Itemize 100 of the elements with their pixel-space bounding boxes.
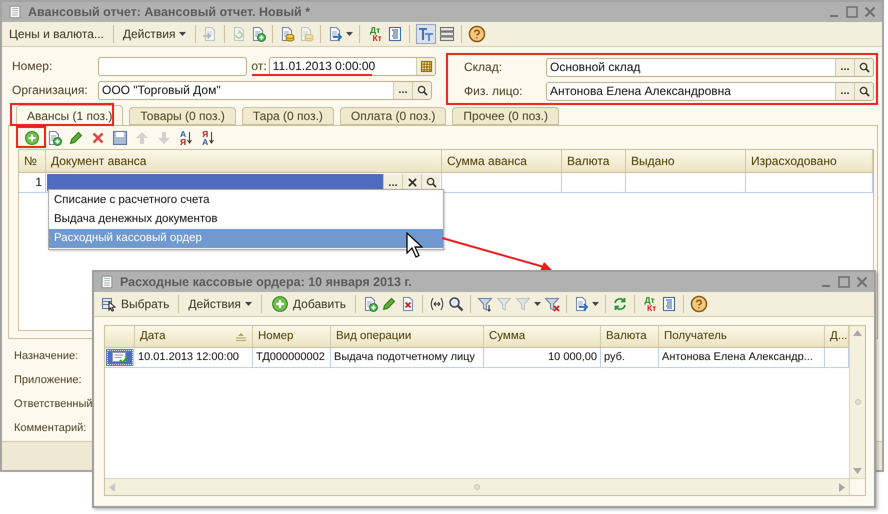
help-icon[interactable] — [468, 25, 486, 43]
caret-icon — [179, 32, 186, 36]
tab[interactable]: Оплата (0 поз.) — [340, 107, 446, 125]
filter-icon[interactable] — [476, 296, 493, 312]
text-field[interactable]: ООО "Торговый Дом" ... — [98, 80, 432, 100]
document-plus-icon[interactable] — [46, 130, 62, 146]
scrollbar-corner — [849, 478, 865, 495]
sort-descending-button[interactable]: Я А — [200, 130, 216, 146]
caret-icon — [244, 302, 252, 306]
plus-circle-icon[interactable] — [24, 130, 40, 146]
table-cell: ТД000000002 — [253, 348, 331, 367]
select-button[interactable]: Выбрать — [98, 294, 172, 314]
search-icon — [858, 86, 870, 96]
document-coins-icon[interactable] — [279, 26, 296, 42]
interval-icon[interactable] — [428, 296, 445, 312]
table-cell: 10.01.2013 12:00:00 — [135, 348, 253, 367]
vertical-scrollbar[interactable] — [849, 326, 865, 478]
debit-credit-button[interactable]: Дт Кт — [640, 296, 658, 312]
table-pointer-icon — [101, 296, 117, 312]
column-header[interactable]: Выдано — [626, 150, 746, 172]
field-label: Приложение: — [14, 373, 82, 388]
column-header[interactable]: Валюта — [601, 326, 659, 347]
horizontal-scrollbar[interactable] — [105, 478, 849, 495]
pencil-icon[interactable] — [68, 130, 84, 146]
arrow-down-icon — [209, 131, 214, 145]
field-label: Склад: — [464, 60, 504, 74]
column-header[interactable]: Сумма — [484, 326, 601, 347]
window-title: Авансовый отчет: Авансовый отчет. Новый * — [28, 5, 312, 19]
choose-button[interactable]: ... — [835, 82, 854, 100]
column-header[interactable]: Дата — [135, 326, 253, 347]
add-button[interactable]: Добавить — [268, 293, 349, 315]
text-field[interactable]: Основной склад ... — [546, 58, 874, 76]
report-icon[interactable] — [661, 296, 678, 312]
scroll-thumb-icon[interactable] — [854, 399, 860, 405]
column-header[interactable]: Получатель — [659, 326, 825, 347]
document-check-icon — [110, 350, 128, 364]
debit-credit-button[interactable]: Дт Кт — [366, 26, 384, 42]
tab[interactable]: Тара (0 поз.) — [242, 107, 334, 125]
search-icon[interactable] — [448, 296, 464, 312]
clear-icon — [408, 178, 416, 187]
field-label: Ответственный — [14, 397, 93, 412]
text-field[interactable]: Антонова Елена Александровна ... — [546, 82, 874, 100]
actions-menu-button[interactable]: Действия — [185, 295, 255, 313]
text-field[interactable] — [98, 56, 248, 76]
toolbar-button[interactable]: Цены и валюта... — [6, 25, 107, 43]
search-button[interactable] — [854, 58, 873, 76]
actions-menu-button[interactable]: Действия — [120, 25, 190, 43]
search-icon — [426, 177, 436, 188]
pencil-icon[interactable] — [380, 296, 397, 312]
column-header[interactable]: Валюта — [562, 150, 626, 172]
column-header[interactable]: Израсходовано — [746, 150, 873, 172]
choose-button[interactable]: ... — [393, 82, 412, 98]
field-label: Назначение: — [14, 349, 78, 364]
field-label: Организация: — [12, 83, 89, 97]
arrow-down-icon — [187, 131, 192, 145]
document-icon — [8, 4, 22, 20]
tab[interactable]: Товары (0 поз.) — [129, 107, 236, 125]
table-cell: руб. — [601, 348, 659, 367]
table-cell: Выдача подотчетному лицу — [331, 348, 484, 367]
sort-ascending-button[interactable]: А Я — [178, 130, 194, 146]
tab[interactable]: Прочее (0 поз.) — [452, 107, 559, 125]
refresh-icon[interactable] — [612, 296, 628, 312]
cross-icon[interactable] — [90, 130, 106, 146]
document-icon — [100, 274, 114, 290]
calendar-icon — [420, 60, 432, 72]
plus-circle-icon — [270, 295, 289, 313]
row-icon-cell[interactable] — [106, 349, 134, 366]
field-label: Номер: — [12, 59, 54, 73]
calendar-button[interactable] — [416, 58, 435, 74]
close-icon[interactable] — [864, 6, 876, 18]
menu-item[interactable]: Выдача денежных документов — [49, 210, 443, 229]
column-header[interactable]: № — [19, 150, 46, 172]
search-button[interactable] — [854, 82, 873, 100]
help-icon[interactable] — [690, 295, 708, 313]
field-label: от: — [251, 59, 267, 73]
window-title: Расходные кассовые ордера: 10 января 2013 г. — [120, 275, 413, 289]
menu-item[interactable]: Списание с расчетного счета — [49, 191, 443, 210]
search-icon — [858, 62, 870, 72]
search-button[interactable] — [412, 82, 431, 98]
filter-clear-icon[interactable] — [544, 296, 560, 312]
column-header[interactable]: Документ аванса — [46, 150, 442, 172]
date-field[interactable]: 11.01.2013 0:00:00 — [268, 56, 436, 76]
table-cell: 10 000,00 — [484, 348, 601, 367]
field-label: Комментарий: — [14, 421, 86, 436]
report-icon[interactable] — [386, 26, 403, 42]
choose-button[interactable]: ... — [835, 58, 854, 76]
maximize-icon[interactable] — [846, 6, 858, 18]
document-plus-icon[interactable] — [250, 26, 266, 42]
column-header[interactable]: Номер — [253, 326, 331, 347]
search-icon — [416, 84, 428, 96]
tab[interactable]: Авансы (1 поз.) — [16, 105, 124, 125]
close-icon[interactable] — [856, 276, 868, 288]
column-header[interactable]: Вид операции — [331, 326, 484, 347]
maximize-icon[interactable] — [838, 276, 850, 288]
rows-icon[interactable] — [438, 26, 455, 42]
document-arrow-icon[interactable] — [327, 26, 344, 42]
table-cell: Антонова Елена Александр... — [659, 348, 825, 367]
scroll-thumb-icon[interactable] — [474, 484, 480, 490]
column-header[interactable]: Сумма аванса — [442, 150, 562, 172]
field-label: Физ. лицо: — [464, 84, 524, 98]
